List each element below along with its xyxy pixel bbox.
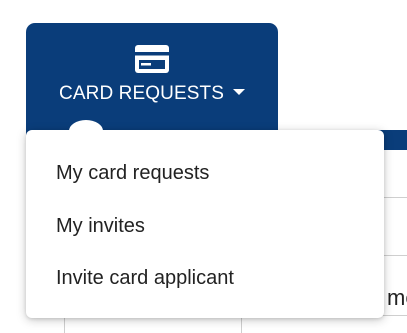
menu-item-my-invites[interactable]: My invites — [26, 200, 384, 252]
menu-pointer-notch — [69, 120, 103, 142]
card-requests-tab[interactable]: CARD REQUESTS — [26, 23, 278, 137]
table-cell-text: me — [387, 285, 407, 310]
menu-item-invite-card-applicant[interactable]: Invite card applicant — [26, 252, 384, 304]
tab-label-row: CARD REQUESTS — [26, 83, 278, 105]
caret-down-icon — [232, 88, 245, 95]
tab-label: CARD REQUESTS — [59, 83, 224, 104]
menu-item-my-card-requests[interactable]: My card requests — [26, 147, 384, 199]
card-requests-dropdown-menu: My card requests My invites Invite card … — [26, 120, 384, 318]
credit-card-icon — [135, 45, 169, 73]
